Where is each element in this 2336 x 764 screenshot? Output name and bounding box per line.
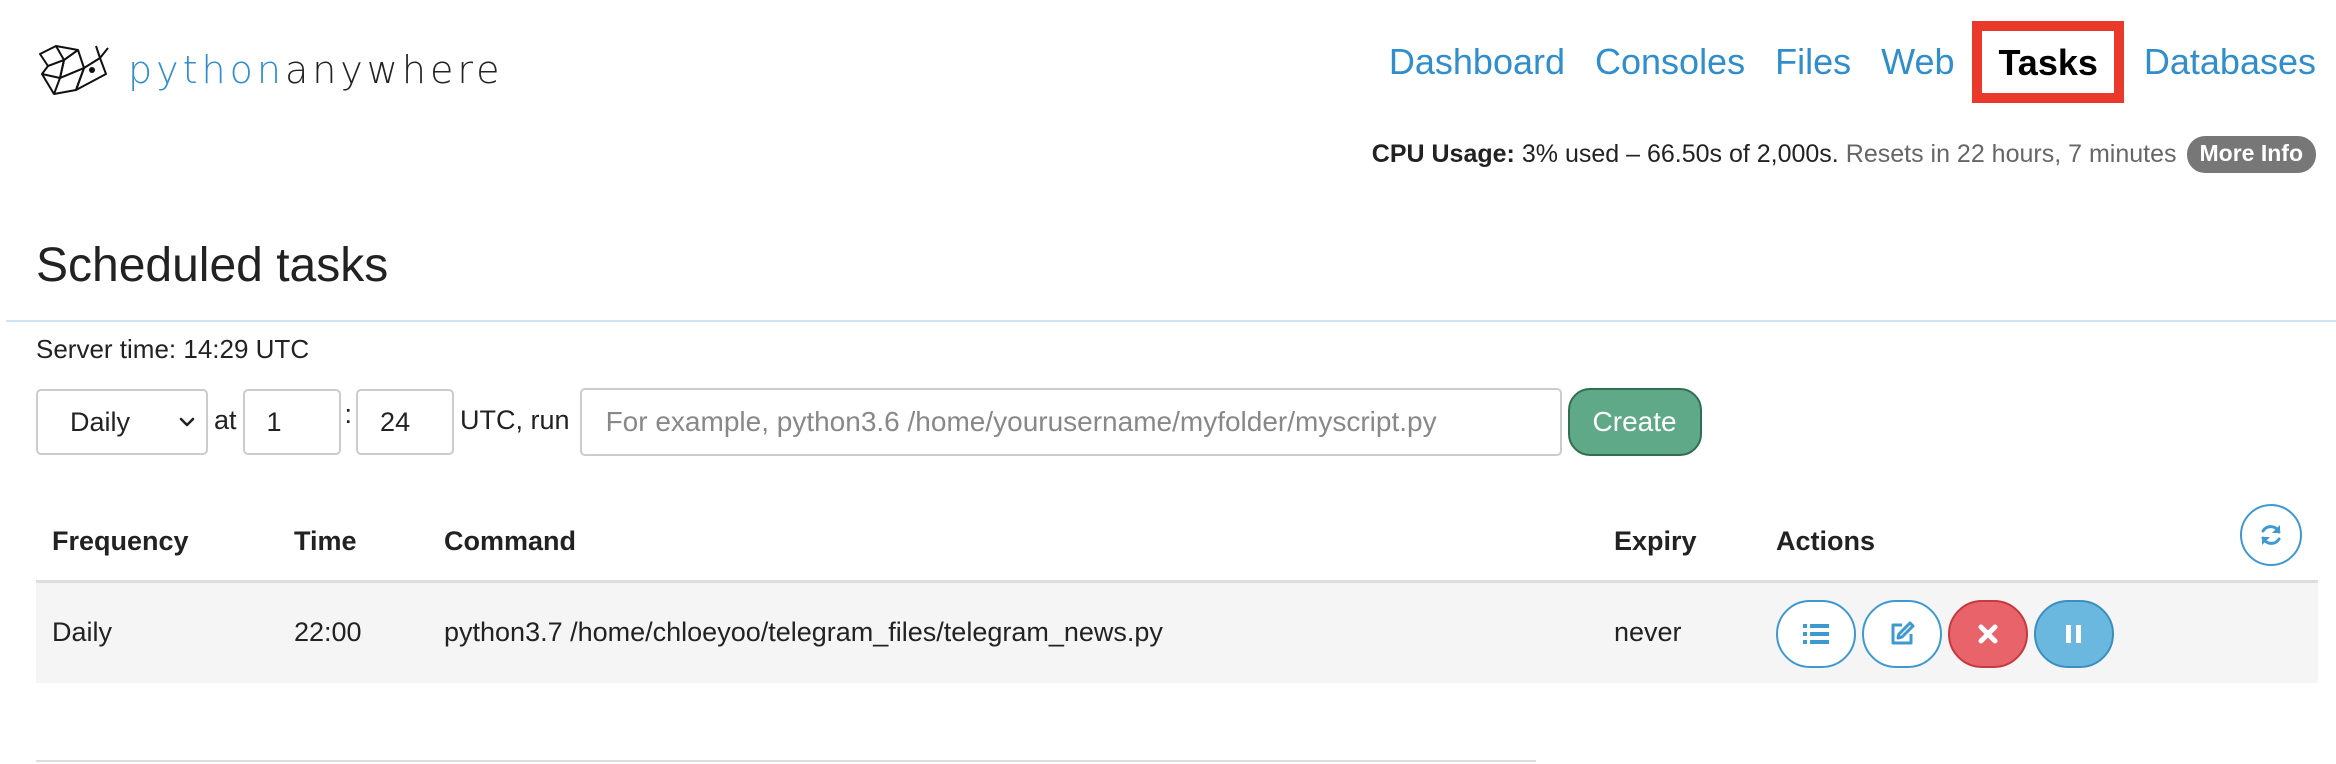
title-divider (6, 320, 2336, 322)
pause-task-button[interactable] (2034, 600, 2114, 668)
frequency-select[interactable]: Daily (36, 389, 208, 455)
at-label: at (214, 404, 237, 435)
table-row: Daily 22:00 python3.7 /home/chloeyoo/tel… (36, 583, 2318, 683)
refresh-icon (2261, 525, 2281, 545)
cpu-usage-value: 3% used – 66.50s of 2,000s. (1521, 140, 1839, 168)
hour-input[interactable]: 1 (242, 389, 341, 455)
pause-icon (2066, 625, 2081, 643)
cpu-reset-text: Resets in 22 hours, 7 minutes (1845, 140, 2177, 168)
server-time: Server time: 14:29 UTC (36, 334, 310, 364)
delete-task-button[interactable] (1948, 600, 2028, 668)
nav-tasks[interactable]: Tasks (1972, 21, 2124, 103)
table-header: Frequency Time Command Expiry Actions (36, 498, 2318, 583)
refresh-button[interactable] (2240, 504, 2302, 566)
header-time: Time (294, 526, 357, 556)
section-divider (36, 760, 1536, 762)
more-info-button[interactable]: More Info (2186, 136, 2316, 173)
logo-wordmark: pythonanywhere (128, 48, 504, 92)
edit-icon (1891, 621, 1915, 645)
page: pythonanywhere Dashboard Consoles Files … (0, 0, 2336, 764)
create-task-form: Daily at 1 : 24 UTC, run For example, py… (36, 388, 1702, 456)
header-command: Command (444, 526, 577, 556)
cpu-usage-label: CPU Usage: (1371, 140, 1515, 168)
view-log-button[interactable] (1776, 600, 1856, 668)
command-input[interactable]: For example, python3.6 /home/yourusernam… (579, 388, 1562, 456)
cpu-usage-bar: CPU Usage: 3% used – 66.50s of 2,000s. R… (1372, 136, 2316, 173)
cell-frequency: Daily (52, 617, 113, 647)
time-colon: : (344, 398, 353, 429)
cell-expiry: never (1614, 617, 1682, 647)
delete-icon (1978, 624, 1998, 644)
logo-snake-icon (34, 40, 110, 100)
cell-command: python3.7 /home/chloeyoo/telegram_files/… (444, 617, 1163, 647)
cell-time: 22:00 (294, 617, 362, 647)
page-title: Scheduled tasks (36, 239, 389, 292)
edit-task-button[interactable] (1862, 600, 1942, 668)
top-nav: Dashboard Consoles Files Web Tasks Datab… (1359, 21, 2316, 103)
nav-databases[interactable]: Databases (2144, 44, 2316, 80)
tasks-table: Frequency Time Command Expiry Actions Da… (36, 498, 2318, 683)
header-actions: Actions (1776, 526, 1876, 556)
nav-consoles[interactable]: Consoles (1595, 44, 1745, 80)
pythonanywhere-logo[interactable]: pythonanywhere (34, 38, 504, 102)
create-button[interactable]: Create (1567, 388, 1702, 456)
chevron-down-icon (179, 417, 195, 427)
nav-dashboard[interactable]: Dashboard (1389, 44, 1565, 80)
header-frequency: Frequency (52, 526, 189, 556)
frequency-select-value: Daily (70, 406, 131, 437)
nav-web[interactable]: Web (1881, 44, 1954, 80)
utc-run-label: UTC, run (460, 404, 570, 435)
nav-files[interactable]: Files (1775, 44, 1851, 80)
list-icon (1803, 624, 1829, 644)
header-expiry: Expiry (1614, 526, 1697, 556)
row-actions (1776, 600, 2120, 668)
minute-input[interactable]: 24 (356, 389, 455, 455)
